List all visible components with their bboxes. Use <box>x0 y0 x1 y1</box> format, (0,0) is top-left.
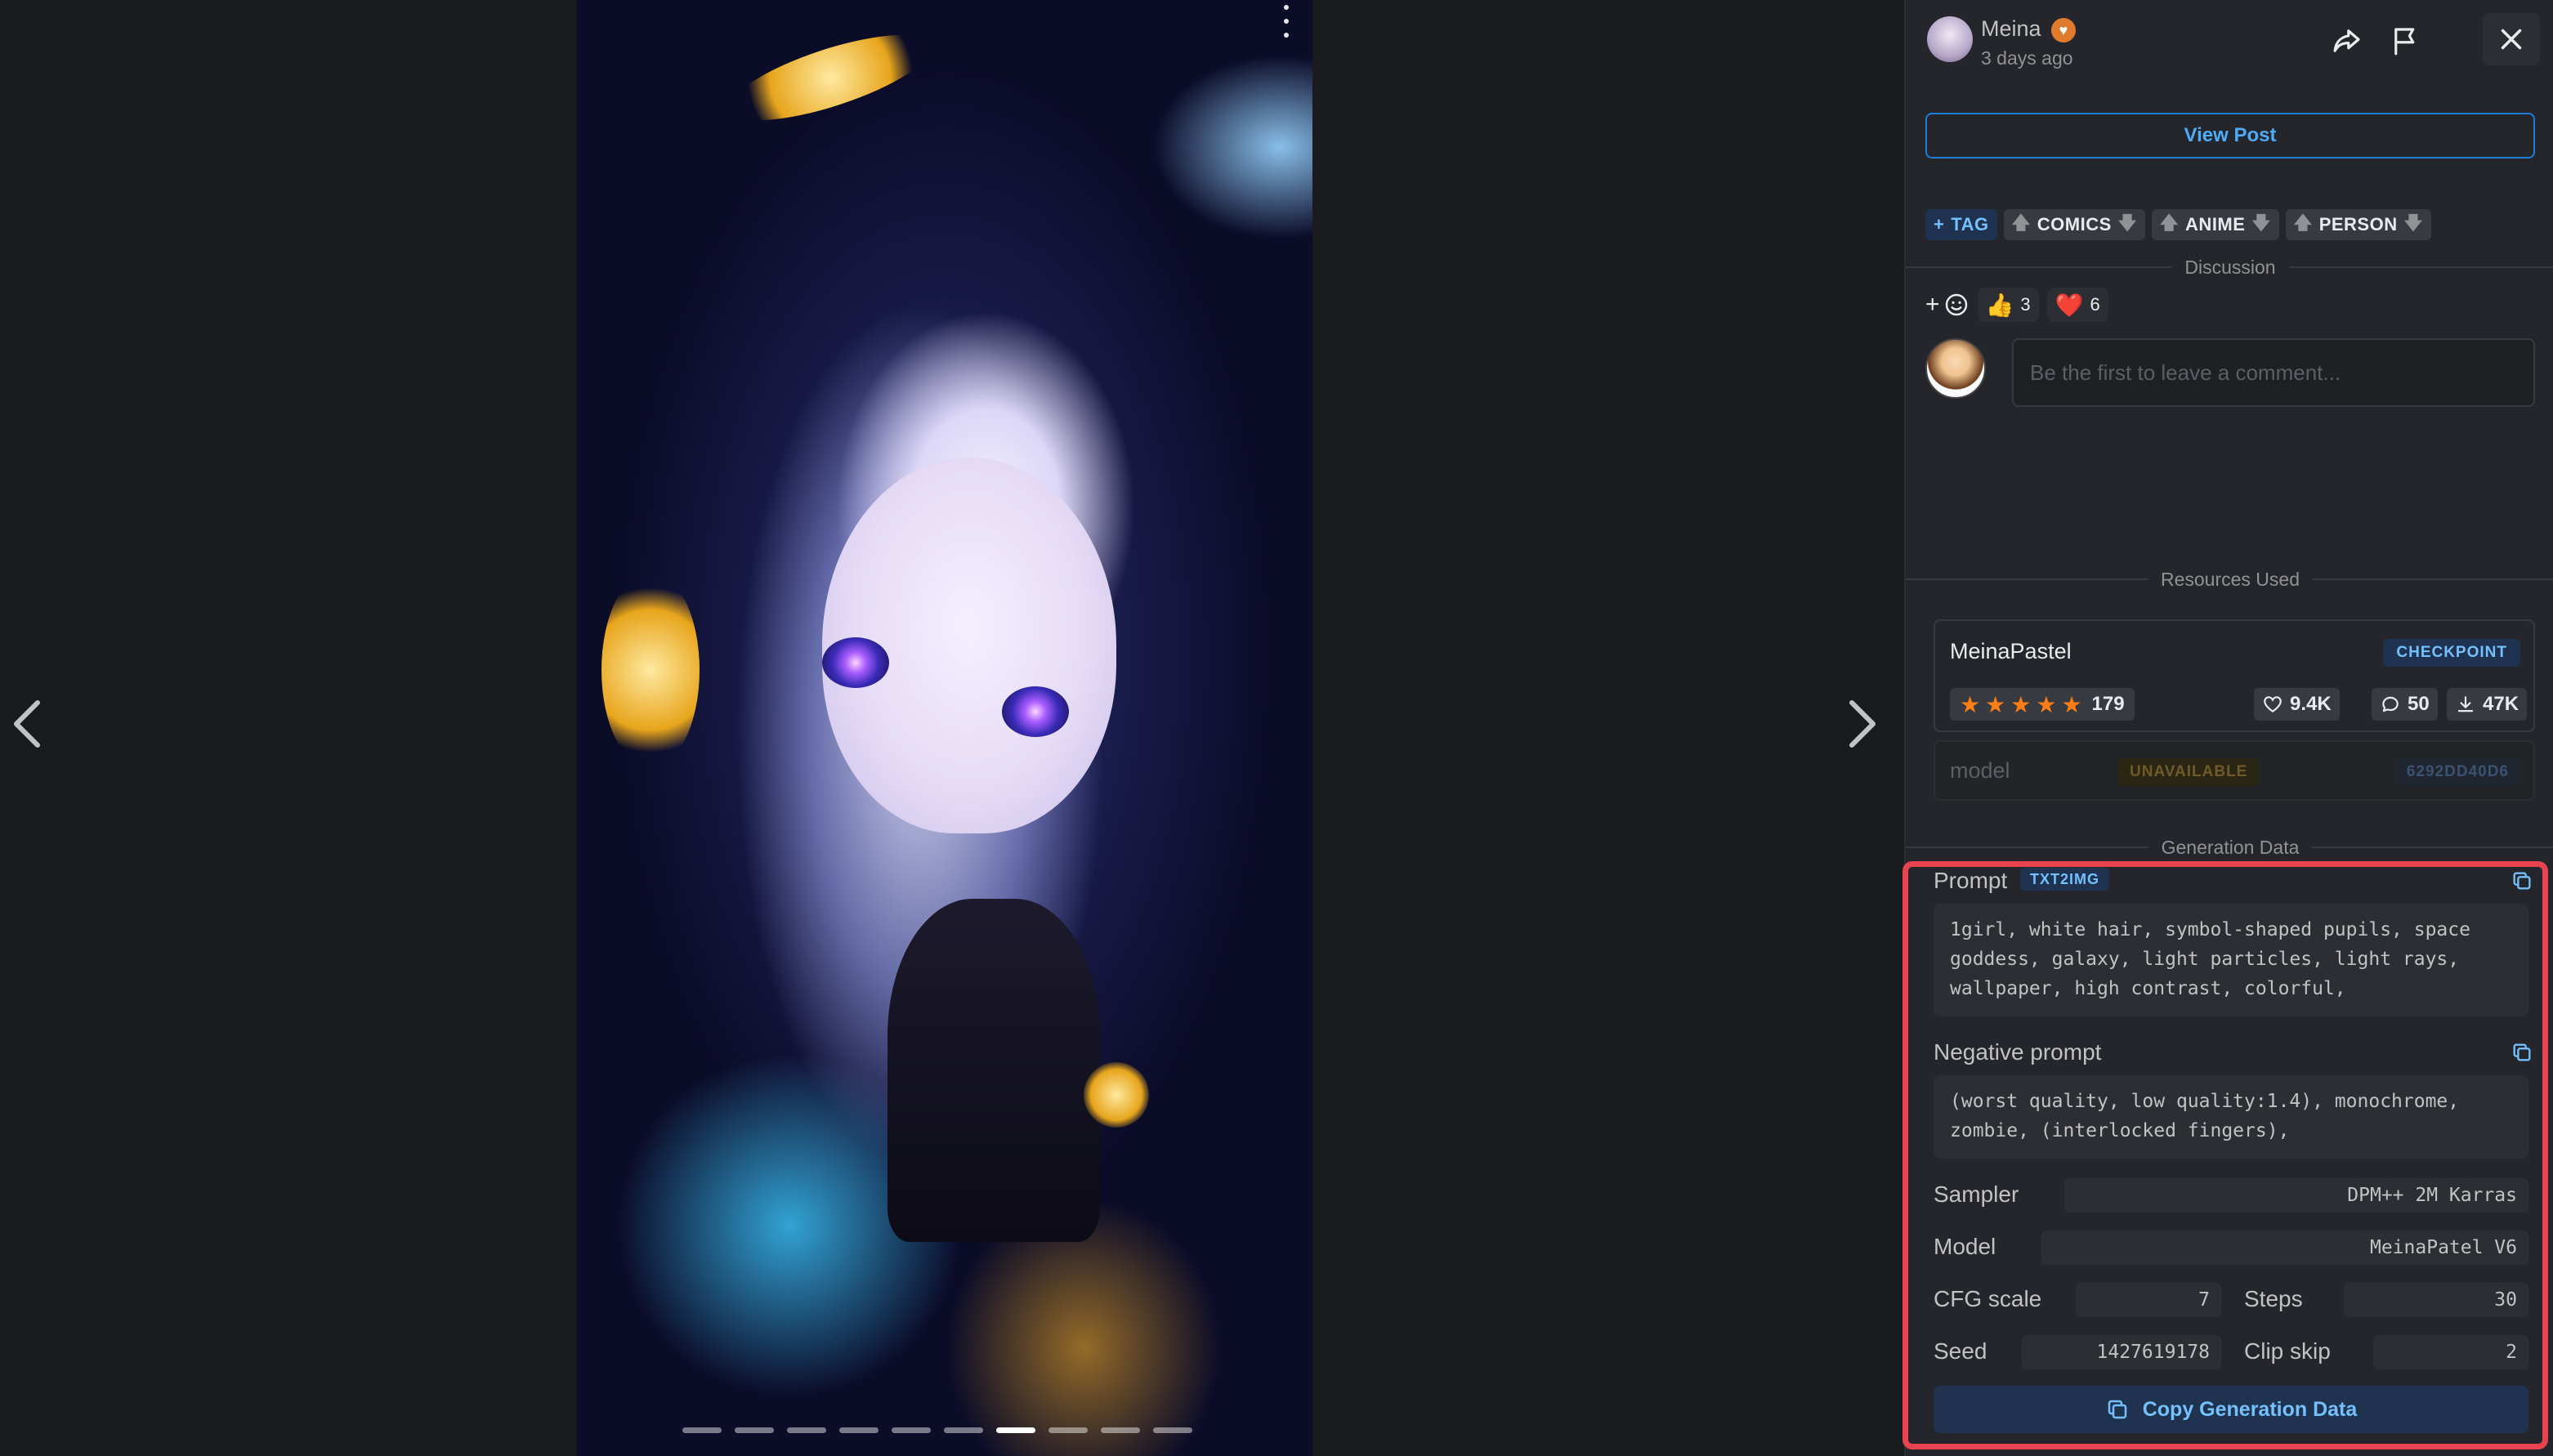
pager-dot[interactable] <box>735 1427 774 1433</box>
comments-stat: 50 <box>2372 688 2438 721</box>
previous-image-button[interactable] <box>2 691 54 757</box>
heart-icon: ❤️ <box>2054 292 2084 318</box>
rating-badge: ★ ★ ★ ★ ★ 179 <box>1950 688 2135 721</box>
next-image-button[interactable] <box>1835 691 1888 757</box>
tag-chip[interactable]: 🡅 ANIME 🡇 <box>2151 209 2279 240</box>
arrow-down-icon[interactable]: 🡇 <box>2251 209 2270 240</box>
thumbs-up-icon: 👍 <box>1985 292 2014 318</box>
post-time: 3 days ago <box>1981 47 2073 69</box>
view-post-button[interactable]: View Post <box>1925 113 2535 159</box>
star-icon: ★ <box>1960 691 1981 717</box>
share-button[interactable] <box>2324 18 2370 64</box>
arrow-down-icon[interactable]: 🡇 <box>2118 209 2137 240</box>
art-sparkle <box>1084 1062 1149 1128</box>
pager-dot[interactable] <box>892 1427 931 1433</box>
current-user-avatar <box>1925 338 1986 399</box>
download-icon <box>2457 696 2474 712</box>
star-icon: ★ <box>1985 691 2006 717</box>
smile-icon <box>1945 293 1967 316</box>
unavailable-resource-name: model <box>1950 758 2010 783</box>
add-reaction-button[interactable]: + <box>1925 291 1970 319</box>
reactions-bar: + 👍 3 ❤️ 6 <box>1925 288 2108 322</box>
resource-type-badge: CHECKPOINT <box>2383 639 2520 667</box>
likes-count: 9.4K <box>2290 693 2332 715</box>
share-icon <box>2333 29 2360 52</box>
rating-count: 179 <box>2091 693 2125 715</box>
close-button[interactable] <box>2483 13 2540 65</box>
star-icon: ★ <box>2061 691 2082 717</box>
downloads-stat: 47K <box>2447 688 2528 721</box>
star-icon: ★ <box>2010 691 2032 717</box>
comment-input[interactable]: Be the first to leave a comment... <box>2012 338 2535 407</box>
pager-dot[interactable] <box>996 1427 1035 1433</box>
plus-icon: + <box>1934 214 1945 234</box>
more-vertical-icon <box>1284 5 1289 10</box>
art-eye-left <box>822 637 889 688</box>
image-menu-button[interactable] <box>1281 5 1291 38</box>
comment-icon <box>2382 696 2399 712</box>
resource-name: MeinaPastel <box>1950 639 2072 663</box>
heart-icon <box>2264 696 2282 712</box>
pager-dot[interactable] <box>944 1427 983 1433</box>
arrow-up-icon[interactable]: 🡅 <box>2294 209 2313 240</box>
image-viewer <box>0 0 1904 1456</box>
generation-divider: Generation Data <box>1906 835 2553 860</box>
add-tag-button[interactable]: + TAG <box>1925 209 1997 240</box>
pager-dot[interactable] <box>1048 1427 1088 1433</box>
flag-icon <box>2394 28 2415 56</box>
pager-dot[interactable] <box>682 1427 722 1433</box>
unavailable-resource-card: model UNAVAILABLE 6292DD40D6 <box>1934 740 2535 801</box>
likes-stat: 9.4K <box>2254 688 2340 721</box>
pager-dot[interactable] <box>1153 1427 1192 1433</box>
arrow-up-icon[interactable]: 🡅 <box>2012 209 2031 240</box>
username[interactable]: Meina <box>1981 16 2041 42</box>
star-icon: ★ <box>2036 691 2057 717</box>
resources-title: Resources Used <box>2160 568 2300 590</box>
image-pager <box>682 1427 1192 1433</box>
tag-chip[interactable]: 🡅 PERSON 🡇 <box>2285 209 2431 240</box>
resource-hash: 6292DD40D6 <box>2394 758 2520 786</box>
reaction-thumbs-up[interactable]: 👍 3 <box>1977 288 2039 322</box>
downloads-count: 47K <box>2483 693 2519 715</box>
user-avatar[interactable] <box>1927 16 1973 62</box>
add-tag-label: TAG <box>1951 214 1989 234</box>
tag-label: PERSON <box>2318 214 2398 234</box>
reaction-count: 3 <box>2020 294 2031 315</box>
arrow-up-icon[interactable]: 🡅 <box>2160 209 2179 240</box>
pager-dot[interactable] <box>1101 1427 1140 1433</box>
tag-label: COMICS <box>2037 214 2112 234</box>
generation-title: Generation Data <box>2161 836 2300 858</box>
resources-divider: Resources Used <box>1906 567 2553 592</box>
art-collar <box>888 899 1100 1242</box>
tag-chip[interactable]: 🡅 COMICS 🡇 <box>2003 209 2145 240</box>
discussion-title: Discussion <box>2184 256 2276 278</box>
supporter-heart-icon: ♥ <box>2051 18 2076 42</box>
plus-icon: + <box>1925 291 1940 318</box>
chevron-right-icon <box>1849 700 1876 748</box>
tag-label: ANIME <box>2185 214 2246 234</box>
close-icon <box>2501 29 2522 50</box>
comments-count: 50 <box>2408 693 2430 715</box>
generation-data-highlight <box>1902 861 2548 1449</box>
reaction-count: 6 <box>2090 294 2100 315</box>
report-button[interactable] <box>2383 18 2429 64</box>
art-eye-right <box>1002 686 1069 737</box>
arrow-down-icon[interactable]: 🡇 <box>2404 209 2423 240</box>
unavailable-badge: UNAVAILABLE <box>2118 758 2260 786</box>
art-gold-halo <box>720 17 941 138</box>
art-gold-ornament <box>601 572 700 768</box>
tag-list: + TAG 🡅 COMICS 🡇 🡅 ANIME 🡇 🡅 PERSON 🡇 <box>1925 209 2431 240</box>
pager-dot[interactable] <box>787 1427 826 1433</box>
discussion-divider: Discussion <box>1906 255 2553 279</box>
chevron-left-icon <box>14 700 40 748</box>
resource-card[interactable]: MeinaPastel CHECKPOINT ★ ★ ★ ★ ★ 179 9.4… <box>1934 619 2535 732</box>
pager-dot[interactable] <box>839 1427 879 1433</box>
panel-header: Meina ♥ 3 days ago <box>1906 0 2553 88</box>
artwork-image <box>577 0 1312 1456</box>
reaction-heart[interactable]: ❤️ 6 <box>2046 288 2108 322</box>
